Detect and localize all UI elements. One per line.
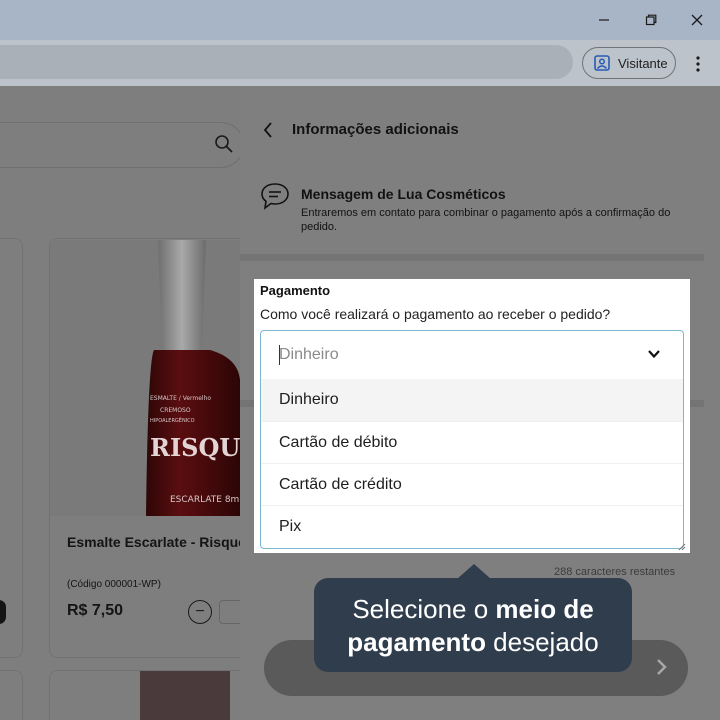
tooltip-text-part1: Selecione o <box>352 594 496 624</box>
more-vert-icon <box>696 56 700 72</box>
message-title: Mensagem de Lua Cosméticos <box>301 186 506 202</box>
chevron-left-icon <box>263 122 272 138</box>
text-cursor <box>279 345 280 365</box>
panel-title: Informações adicionais <box>292 121 459 138</box>
payment-options-list: Dinheiro Cartão de débito Cartão de créd… <box>261 379 683 547</box>
address-bar[interactable] <box>0 45 573 79</box>
message-text: Entraremos em contato para combinar o pa… <box>301 207 671 233</box>
payment-select-field[interactable]: Dinheiro <box>261 331 683 379</box>
profile-button[interactable]: Visitante <box>582 47 676 79</box>
payment-question: Como você realizará o pagamento ao receb… <box>260 306 611 322</box>
instruction-tooltip: Selecione o meio de pagamento desejado <box>314 578 632 672</box>
profile-label: Visitante <box>618 55 668 71</box>
brand-label: RISQUÉ <box>150 433 240 462</box>
decrease-quantity-button[interactable]: − <box>188 600 212 624</box>
payment-option-pix[interactable]: Pix <box>261 505 683 547</box>
minimize-icon <box>599 19 609 21</box>
payment-option-cartao-debito[interactable]: Cartão de débito <box>261 421 683 463</box>
close-window-button[interactable] <box>683 8 711 32</box>
back-button[interactable] <box>258 120 278 140</box>
close-icon <box>691 14 703 26</box>
product-card-partial-2[interactable] <box>0 670 23 720</box>
browser-menu-button[interactable] <box>688 52 708 76</box>
product-card-partial[interactable] <box>0 238 23 658</box>
nail-polish-bottle-image: ESMALTE / Vermelho CREMOSO HIPOALERGÊNIC… <box>146 240 259 516</box>
payment-selected-value: Dinheiro <box>279 346 339 363</box>
minimize-button[interactable] <box>590 8 618 32</box>
tooltip-arrow <box>457 564 491 579</box>
search-icon[interactable] <box>214 134 234 154</box>
payment-option-dinheiro[interactable]: Dinheiro <box>261 379 683 421</box>
chevron-right-icon <box>657 659 667 675</box>
restore-button[interactable] <box>637 8 665 32</box>
window-titlebar <box>0 0 720 40</box>
svg-text:HIPOALERGÊNICO: HIPOALERGÊNICO <box>150 416 195 424</box>
product-code: (Código 000001-WP) <box>67 579 161 590</box>
payment-section: Pagamento Como você realizará o pagament… <box>254 279 690 553</box>
add-to-cart-button-partial[interactable] <box>0 600 6 624</box>
product-name[interactable]: Esmalte Escarlate - Risque <box>67 534 246 550</box>
restore-icon <box>645 14 657 26</box>
tooltip-text-part2: desejado <box>485 627 599 657</box>
product-image[interactable]: ESMALTE / Vermelho CREMOSO HIPOALERGÊNIC… <box>50 240 259 516</box>
svg-text:CREMOSO: CREMOSO <box>160 407 191 414</box>
chevron-down-icon[interactable] <box>647 347 661 361</box>
profile-icon <box>594 55 610 71</box>
section-divider <box>240 254 704 261</box>
payment-option-cartao-credito[interactable]: Cartão de crédito <box>261 463 683 505</box>
product-card-2[interactable] <box>49 670 249 720</box>
browser-toolbar: Visitante <box>0 40 720 86</box>
store-search-input[interactable] <box>0 122 244 168</box>
svg-text:ESMALTE / Vermelho: ESMALTE / Vermelho <box>150 395 211 402</box>
payment-method-select[interactable]: Dinheiro Dinheiro Cartão de débito Cartã… <box>260 330 684 549</box>
svg-text:ESCARLATE 8ml: ESCARLATE 8ml <box>170 495 240 505</box>
message-icon <box>261 183 289 210</box>
product-image-2 <box>140 671 230 720</box>
product-price: R$ 7,50 <box>67 602 124 619</box>
character-counter: 288 caracteres restantes <box>554 566 676 578</box>
resize-handle-icon[interactable] <box>678 543 686 551</box>
payment-label: Pagamento <box>260 283 331 298</box>
